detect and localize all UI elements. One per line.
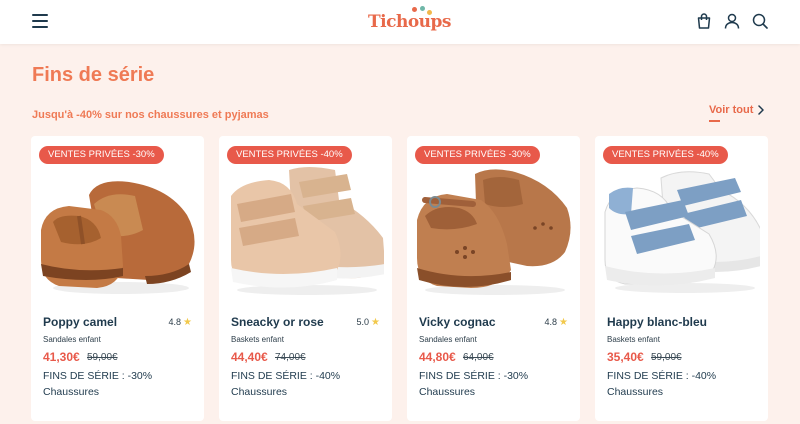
- product-old-price: 74,00€: [275, 352, 306, 363]
- discount-badge: VENTES PRIVÉES -40%: [603, 146, 728, 164]
- product-promo: FINS DE SÉRIE : -30%: [43, 370, 153, 382]
- section-subtitle: Jusqu'à -40% sur nos chaussures et pyjam…: [32, 109, 269, 121]
- product-old-price: 59,00€: [651, 352, 682, 363]
- section-title: Fins de série: [32, 64, 155, 86]
- logo-dot: [412, 7, 417, 12]
- product-name[interactable]: Sneacky or rose: [231, 315, 324, 329]
- search-icon[interactable]: [751, 12, 769, 30]
- product-card[interactable]: VENTES PRIVÉES -30% Poppy camel 4.8 ★ San…: [31, 136, 204, 421]
- product-name[interactable]: Vicky cognac: [419, 315, 496, 329]
- product-category: Baskets enfant: [231, 335, 284, 344]
- product-type: Chaussures: [43, 386, 100, 398]
- discount-badge: VENTES PRIVÉES -40%: [227, 146, 352, 164]
- logo-text: Tichoups: [368, 12, 451, 32]
- see-all-underline: [709, 120, 720, 122]
- product-name[interactable]: Poppy camel: [43, 315, 117, 329]
- product-price: 44,80€: [419, 350, 456, 364]
- star-icon: ★: [371, 317, 380, 328]
- user-icon[interactable]: [723, 12, 741, 30]
- discount-badge: VENTES PRIVÉES -30%: [39, 146, 164, 164]
- chevron-right-icon[interactable]: [756, 104, 766, 116]
- see-all-link[interactable]: Voir tout: [709, 104, 753, 116]
- menu-icon[interactable]: [32, 14, 50, 30]
- logo-dot: [420, 6, 425, 11]
- product-image[interactable]: [603, 160, 760, 298]
- product-rating: 5.0 ★: [357, 317, 380, 328]
- product-type: Chaussures: [231, 386, 288, 398]
- product-price: 35,40€: [607, 350, 644, 364]
- product-image[interactable]: [227, 160, 384, 298]
- logo[interactable]: Tichoups: [368, 6, 451, 38]
- product-card[interactable]: VENTES PRIVÉES -40% Happy blanc-bleu Bas…: [595, 136, 768, 421]
- product-promo: FINS DE SÉRIE : -40%: [607, 370, 717, 382]
- product-rating: 4.8 ★: [545, 317, 568, 328]
- star-icon: ★: [183, 317, 192, 328]
- product-category: Sandales enfant: [43, 335, 101, 344]
- logo-dot: [427, 10, 432, 15]
- rating-value: 4.8: [168, 317, 182, 327]
- rating-value: 4.8: [544, 317, 558, 327]
- product-price: 41,30€: [43, 350, 80, 364]
- product-image[interactable]: [415, 160, 572, 298]
- site-header: Tichoups: [0, 0, 800, 44]
- product-category: Baskets enfant: [607, 335, 660, 344]
- product-old-price: 64,00€: [463, 352, 494, 363]
- product-type: Chaussures: [419, 386, 476, 398]
- product-card[interactable]: VENTES PRIVÉES -40% Sneacky or rose 5.0 ★…: [219, 136, 392, 421]
- product-old-price: 59,00€: [87, 352, 118, 363]
- product-category: Sandales enfant: [419, 335, 477, 344]
- bag-icon[interactable]: [695, 12, 713, 30]
- star-icon: ★: [559, 317, 568, 328]
- product-promo: FINS DE SÉRIE : -40%: [231, 370, 341, 382]
- product-price: 44,40€: [231, 350, 268, 364]
- rating-value: 5.0: [356, 317, 370, 327]
- discount-badge: VENTES PRIVÉES -30%: [415, 146, 540, 164]
- product-name[interactable]: Happy blanc-bleu: [607, 315, 707, 329]
- product-image[interactable]: [39, 160, 196, 298]
- product-promo: FINS DE SÉRIE : -30%: [419, 370, 529, 382]
- product-type: Chaussures: [607, 386, 664, 398]
- product-rating: 4.8 ★: [169, 317, 192, 328]
- product-card[interactable]: VENTES PRIVÉES -30% Vicky cognac 4.8 ★ Sa…: [407, 136, 580, 421]
